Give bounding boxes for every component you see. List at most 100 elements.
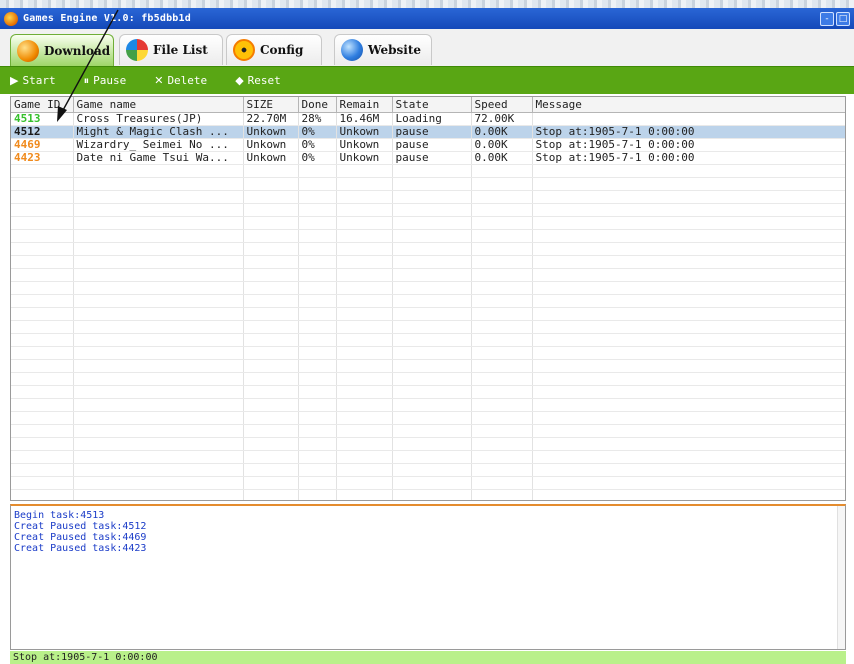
empty-cell (298, 216, 337, 230)
empty-table-row (11, 216, 845, 230)
empty-cell (73, 320, 244, 334)
empty-cell (392, 411, 472, 425)
empty-cell (11, 398, 74, 412)
column-header-game-id[interactable]: Game ID (11, 97, 74, 113)
empty-cell (298, 307, 337, 321)
empty-cell (336, 255, 393, 269)
empty-cell (392, 307, 472, 321)
empty-cell (392, 242, 472, 256)
delete-button[interactable]: ✕ Delete (154, 74, 207, 87)
empty-cell (532, 320, 845, 334)
speed-cell: 0.00K (471, 125, 533, 139)
empty-cell (392, 190, 472, 204)
empty-cell (532, 450, 845, 464)
task-table[interactable]: Game ID Game name SIZE Done Remain State… (10, 96, 846, 501)
empty-cell (532, 203, 845, 217)
empty-cell (73, 359, 244, 373)
empty-cell (243, 216, 299, 230)
empty-cell (11, 320, 74, 334)
game-name-cell: Cross Treasures(JP) (73, 112, 244, 126)
empty-cell (298, 294, 337, 308)
empty-cell (336, 411, 393, 425)
empty-table-row (11, 385, 845, 399)
done-cell: 28% (298, 112, 337, 126)
column-header-size[interactable]: SIZE (243, 97, 299, 113)
empty-cell (11, 359, 74, 373)
empty-cell (392, 359, 472, 373)
empty-cell (471, 424, 533, 438)
empty-cell (73, 450, 244, 464)
empty-cell (392, 216, 472, 230)
empty-cell (11, 190, 74, 204)
table-row[interactable]: 4513 Cross Treasures(JP) 22.70M 28% 16.46M Lo… (11, 112, 845, 126)
empty-cell (243, 255, 299, 269)
column-header-state[interactable]: State (392, 97, 472, 113)
empty-cell (243, 177, 299, 191)
tab-config[interactable]: Config (226, 34, 322, 65)
empty-cell (336, 203, 393, 217)
maximize-button[interactable]: □ (836, 11, 850, 26)
tab-download[interactable]: Download (10, 34, 114, 66)
column-header-remain[interactable]: Remain (336, 97, 393, 113)
column-header-message[interactable]: Message (532, 97, 845, 113)
column-header-speed[interactable]: Speed (471, 97, 533, 113)
empty-cell (336, 463, 393, 477)
game-id-cell: 4423 (11, 151, 74, 165)
empty-cell (532, 333, 845, 347)
empty-cell (471, 268, 533, 282)
empty-cell (243, 203, 299, 217)
empty-cell (11, 476, 74, 490)
empty-cell (532, 372, 845, 386)
empty-cell (11, 372, 74, 386)
log-panel[interactable]: Begin task:4513 Creat Paused task:4512 C… (10, 504, 846, 650)
empty-cell (336, 216, 393, 230)
empty-cell (298, 372, 337, 386)
column-header-done[interactable]: Done (298, 97, 337, 113)
reset-button[interactable]: ◆ Reset (235, 74, 281, 87)
table-row[interactable]: 4512 Might & Magic Clash ... Unkown 0% Unkow… (11, 125, 845, 139)
empty-cell (11, 463, 74, 477)
empty-cell (471, 242, 533, 256)
delete-icon: ✕ (154, 74, 164, 87)
pause-icon: ⏸ (83, 73, 90, 87)
log-scrollbar[interactable] (837, 506, 845, 649)
empty-cell (392, 437, 472, 451)
pause-button[interactable]: ⏸ Pause (84, 74, 127, 88)
game-name-cell: Wizardry_ Seimei No ... (73, 138, 244, 152)
empty-cell (73, 424, 244, 438)
empty-cell (471, 177, 533, 191)
title-bar[interactable]: Games Engine V1.0: fb5dbb1d - □ (0, 8, 854, 29)
empty-table-row (11, 411, 845, 425)
empty-cell (243, 164, 299, 178)
empty-cell (336, 229, 393, 243)
start-button[interactable]: ▶ Start (10, 74, 56, 87)
empty-cell (73, 229, 244, 243)
empty-cell (298, 398, 337, 412)
empty-cell (471, 450, 533, 464)
empty-cell (532, 190, 845, 204)
empty-cell (298, 177, 337, 191)
size-cell: 22.70M (243, 112, 299, 126)
empty-table-row (11, 268, 845, 282)
tab-file-list[interactable]: File List (119, 34, 223, 65)
empty-cell (11, 268, 74, 282)
column-header-game-name[interactable]: Game name (73, 97, 244, 113)
table-row[interactable]: 4423 Date ni Game Tsui Wa... Unkown 0% Unkow… (11, 151, 845, 165)
speed-cell: 0.00K (471, 138, 533, 152)
empty-cell (11, 281, 74, 295)
tab-download-label: Download (44, 43, 111, 58)
log-line: Creat Paused task:4512 (14, 521, 147, 532)
empty-cell (243, 489, 299, 500)
table-row[interactable]: 4469 Wizardry_ Seimei No ... Unkown 0% Unkow… (11, 138, 845, 152)
empty-cell (298, 385, 337, 399)
minimize-button[interactable]: - (820, 11, 834, 26)
empty-cell (243, 411, 299, 425)
empty-cell (73, 242, 244, 256)
empty-cell (11, 229, 74, 243)
empty-table-row (11, 359, 845, 373)
empty-cell (11, 164, 74, 178)
empty-cell (11, 255, 74, 269)
tab-website[interactable]: Website (334, 34, 432, 65)
empty-cell (471, 255, 533, 269)
empty-cell (243, 424, 299, 438)
